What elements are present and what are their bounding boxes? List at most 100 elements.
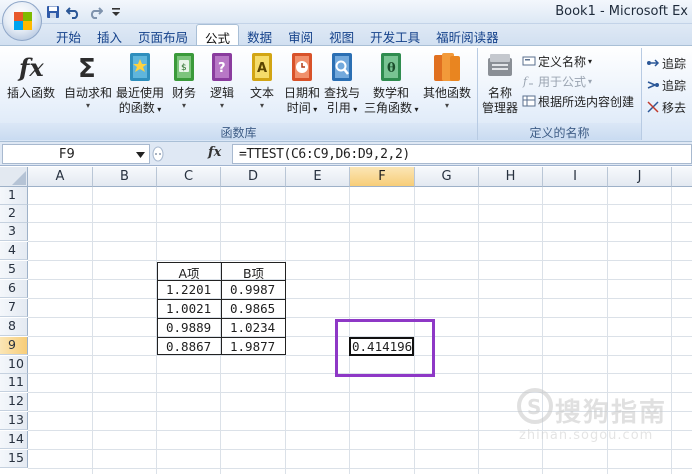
table-cell[interactable]: 1.0021 xyxy=(160,300,220,318)
date-time-button[interactable]: 日期和 时间 ▾ xyxy=(282,50,322,117)
column-header-h[interactable]: H xyxy=(479,167,543,187)
table-cell[interactable]: 0.9987 xyxy=(224,281,284,299)
logical-button[interactable]: ? 逻辑 ▾ xyxy=(206,50,238,110)
row-header-9[interactable]: 9 xyxy=(0,337,28,355)
row-header-5[interactable]: 5 xyxy=(0,261,28,279)
row-header-2[interactable]: 2 xyxy=(0,205,28,223)
table-cell[interactable]: 1.0234 xyxy=(224,319,284,337)
chevron-down-icon: ▾ xyxy=(310,105,318,114)
row-header-10[interactable]: 10 xyxy=(0,356,28,374)
column-header-b[interactable]: B xyxy=(93,167,157,187)
tab-review[interactable]: 审阅 xyxy=(280,24,321,45)
financial-label: 财务 xyxy=(171,86,196,100)
table-cell[interactable]: 0.9865 xyxy=(224,300,284,318)
name-box[interactable]: F9 xyxy=(2,144,150,164)
row-header-8[interactable]: 8 xyxy=(0,318,28,336)
row-header-7[interactable]: 7 xyxy=(0,299,28,317)
lookup-reference-label-1: 查找与 xyxy=(323,86,360,100)
math-trig-button[interactable]: θ 数学和 三角函数 ▾ xyxy=(364,50,419,117)
row-header-12[interactable]: 12 xyxy=(0,393,28,411)
row-header-3[interactable]: 3 xyxy=(0,223,28,241)
table-header-a[interactable]: A项 xyxy=(157,262,221,281)
lookup-reference-button[interactable]: 查找与 引用 ▾ xyxy=(322,50,362,117)
insert-function-button[interactable]: fx 插入函数 xyxy=(4,50,58,101)
tab-formulas[interactable]: 公式 xyxy=(196,24,240,46)
table-cell[interactable]: 1.9877 xyxy=(224,338,284,356)
tab-page-layout[interactable]: 页面布局 xyxy=(130,24,196,45)
save-icon[interactable] xyxy=(44,3,62,21)
chevron-down-icon: ▾ xyxy=(412,105,419,114)
collapse-dots-icon[interactable] xyxy=(152,146,164,162)
table-cell[interactable]: 0.8867 xyxy=(160,338,220,356)
trace-precedents-icon xyxy=(647,59,660,67)
insert-function-fx-icon[interactable]: fx xyxy=(208,145,221,160)
trace-dependents-button[interactable]: 追踪 xyxy=(646,76,686,94)
svg-text:f: f xyxy=(522,75,529,88)
watermark-text: 搜狗指南 xyxy=(555,398,668,428)
define-name-button[interactable]: 定义名称 ▾ xyxy=(522,52,592,70)
tab-foxit-reader[interactable]: 福昕阅读器 xyxy=(428,24,507,45)
office-button[interactable] xyxy=(2,1,42,41)
column-header-i[interactable]: I xyxy=(543,167,608,187)
table-cell[interactable]: 0.9889 xyxy=(160,319,220,337)
row-header-15[interactable]: 15 xyxy=(0,450,28,468)
column-header-c[interactable]: C xyxy=(157,167,221,187)
name-manager-button[interactable]: 名称 管理器 xyxy=(480,50,520,116)
column-header-j[interactable]: J xyxy=(608,167,672,187)
text-button[interactable]: A 文本 ▾ xyxy=(246,50,278,110)
tab-developer[interactable]: 开发工具 xyxy=(362,24,428,45)
column-header-f[interactable]: F xyxy=(350,167,415,187)
tab-view[interactable]: 视图 xyxy=(321,24,362,45)
column-header-g[interactable]: G xyxy=(415,167,479,187)
create-from-selection-button[interactable]: 根据所选内容创建 xyxy=(522,92,634,110)
formula-input[interactable]: =TTEST(C6:C9,D6:D9,2,2) xyxy=(232,144,692,164)
remove-arrows-icon xyxy=(647,101,659,113)
column-header-k[interactable] xyxy=(672,167,692,187)
formula-bar-controls: fx xyxy=(150,144,230,164)
trace-precedents-button[interactable]: 追踪 xyxy=(646,54,686,72)
column-header-d[interactable]: D xyxy=(221,167,286,187)
chevron-down-icon: ▾ xyxy=(588,76,593,86)
select-all-corner[interactable] xyxy=(0,167,28,187)
row-header-14[interactable]: 14 xyxy=(0,431,28,449)
more-functions-button[interactable]: 其他函数 ▾ xyxy=(420,50,474,110)
tab-data[interactable]: 数据 xyxy=(239,24,280,45)
financial-book-icon: $ xyxy=(174,53,194,81)
chevron-down-icon: ▾ xyxy=(154,105,162,114)
recently-used-label-2: 的函数 xyxy=(118,101,155,115)
logical-book-icon: ? xyxy=(212,53,232,81)
use-in-formula-button[interactable]: f 用于公式 ▾ xyxy=(522,72,592,90)
undo-icon[interactable] xyxy=(65,3,83,21)
row-header-13[interactable]: 13 xyxy=(0,412,28,430)
autosum-label: 自动求和 xyxy=(63,86,112,100)
customize-icon[interactable] xyxy=(107,3,125,21)
redo-icon[interactable] xyxy=(86,3,104,21)
row-header-1[interactable]: 1 xyxy=(0,187,28,205)
sigma-icon: Σ xyxy=(78,54,96,84)
trace-precedents-label: 追踪 xyxy=(662,56,687,71)
recently-used-button[interactable]: 最近使用 的函数 ▾ xyxy=(114,50,166,117)
quick-access-toolbar xyxy=(44,3,125,21)
insert-function-label: 插入函数 xyxy=(6,86,55,100)
chevron-down-icon: ▾ xyxy=(85,101,90,110)
autosum-button[interactable]: Σ 自动求和 ▾ xyxy=(62,50,114,110)
remove-arrows-label: 移去 xyxy=(662,100,687,115)
table-header-b[interactable]: B项 xyxy=(221,262,286,281)
svg-text:S: S xyxy=(527,395,541,419)
chevron-down-icon: ▾ xyxy=(259,101,264,110)
row-header-4[interactable]: 4 xyxy=(0,242,28,260)
tab-home[interactable]: 开始 xyxy=(48,24,89,45)
row-header-6[interactable]: 6 xyxy=(0,280,28,298)
remove-arrows-button[interactable]: 移去 xyxy=(646,98,686,116)
group-defined-names: 名称 管理器 定义名称 ▾ f 用于公式 ▾ 根据所选内容创建 定义的名称 xyxy=(478,48,642,140)
row-header-11[interactable]: 11 xyxy=(0,374,28,392)
table-cell[interactable]: 1.2201 xyxy=(160,281,220,299)
column-header-e[interactable]: E xyxy=(286,167,350,187)
tab-insert[interactable]: 插入 xyxy=(89,24,130,45)
column-header-a[interactable]: A xyxy=(28,167,93,187)
chevron-down-icon[interactable] xyxy=(136,151,145,159)
name-box-value: F9 xyxy=(59,147,75,162)
financial-button[interactable]: $ 财务 ▾ xyxy=(168,50,200,110)
svg-text:A: A xyxy=(257,61,267,76)
math-trig-label-2: 三角函数 xyxy=(364,101,413,115)
